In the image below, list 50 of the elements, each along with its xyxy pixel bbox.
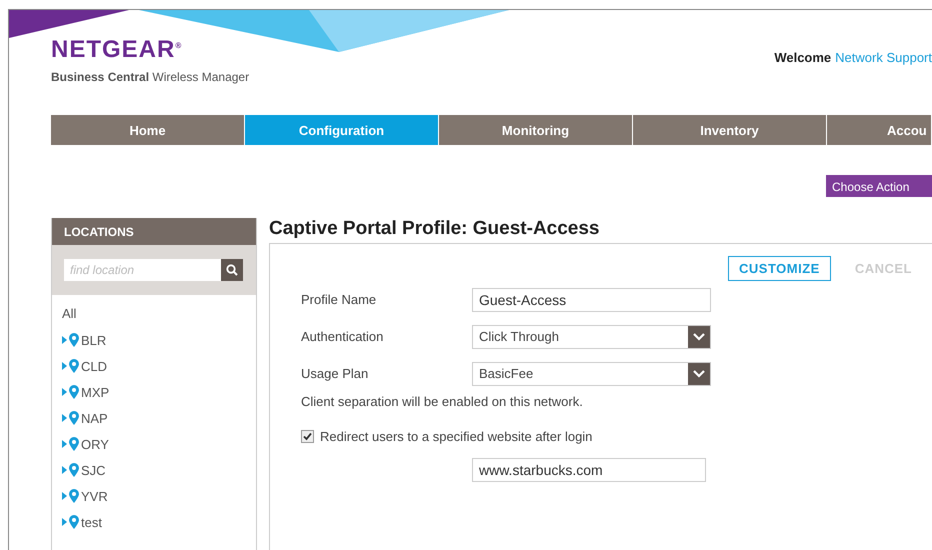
caret-right-icon[interactable] <box>62 466 67 474</box>
panel-header: LOCATIONS <box>52 218 256 245</box>
chevron-down-icon <box>693 332 705 340</box>
page-title: Captive Portal Profile: Guest-Access <box>269 218 600 241</box>
location-item[interactable]: MXP <box>81 384 110 400</box>
dropdown[interactable]: Click Through <box>472 324 711 348</box>
location-pin-icon <box>69 515 79 529</box>
checkbox-label: Redirect users to a specified website after login <box>320 429 592 444</box>
input-field[interactable]: Guest-Access <box>472 288 711 312</box>
caret-right-icon[interactable] <box>62 492 67 500</box>
search-field[interactable]: find location <box>64 259 221 281</box>
field-label: Usage Plan <box>301 366 370 381</box>
brand-logo: NETGEAR$^{®}$ <box>51 36 184 64</box>
search-icon <box>226 264 238 276</box>
caret-right-icon[interactable] <box>62 336 67 344</box>
search-button[interactable] <box>221 259 243 281</box>
location-item[interactable]: BLR <box>81 332 106 348</box>
caret-right-icon[interactable] <box>62 362 67 370</box>
chevron-down-icon <box>693 370 705 378</box>
location-pin-icon <box>69 489 79 503</box>
location-item[interactable]: All <box>62 301 256 327</box>
location-item[interactable]: CLD <box>81 358 108 374</box>
location-pin-icon <box>69 463 79 477</box>
caret-right-icon[interactable] <box>62 388 67 396</box>
location-item[interactable]: SJC <box>81 462 106 478</box>
location-pin-icon <box>69 437 79 451</box>
location-pin-icon <box>69 385 79 399</box>
nav-tab[interactable]: Monitoring <box>439 115 632 145</box>
checkbox[interactable] <box>301 430 314 443</box>
location-pin-icon <box>69 411 79 425</box>
location-item[interactable]: NAP <box>81 410 108 426</box>
caret-right-icon[interactable] <box>62 414 67 422</box>
info-text: Client separation will be enabled on this network. <box>301 394 584 409</box>
location-pin-icon <box>69 333 79 347</box>
welcome-label: Welcome <box>774 50 832 67</box>
location-item[interactable]: ORY <box>81 436 109 452</box>
location-pin-icon <box>69 359 79 373</box>
location-item[interactable]: test <box>81 514 102 530</box>
url-field[interactable]: www.starbucks.com <box>472 458 706 482</box>
nav-tab[interactable]: Home <box>51 115 244 145</box>
caret-right-icon[interactable] <box>62 440 67 448</box>
caret-right-icon[interactable] <box>62 518 67 526</box>
nav-tab[interactable]: Inventory <box>633 115 826 145</box>
field-label: Profile Name <box>301 292 378 307</box>
nav-tab[interactable]: Accou <box>827 115 931 145</box>
product-subtitle: Business Central Wireless Manager <box>51 70 250 84</box>
choose-action-button[interactable]: Choose Action <box>826 175 932 197</box>
field-label: Authentication <box>301 329 384 344</box>
location-item[interactable]: YVR <box>81 488 108 504</box>
dropdown[interactable]: BasicFee <box>472 362 711 386</box>
